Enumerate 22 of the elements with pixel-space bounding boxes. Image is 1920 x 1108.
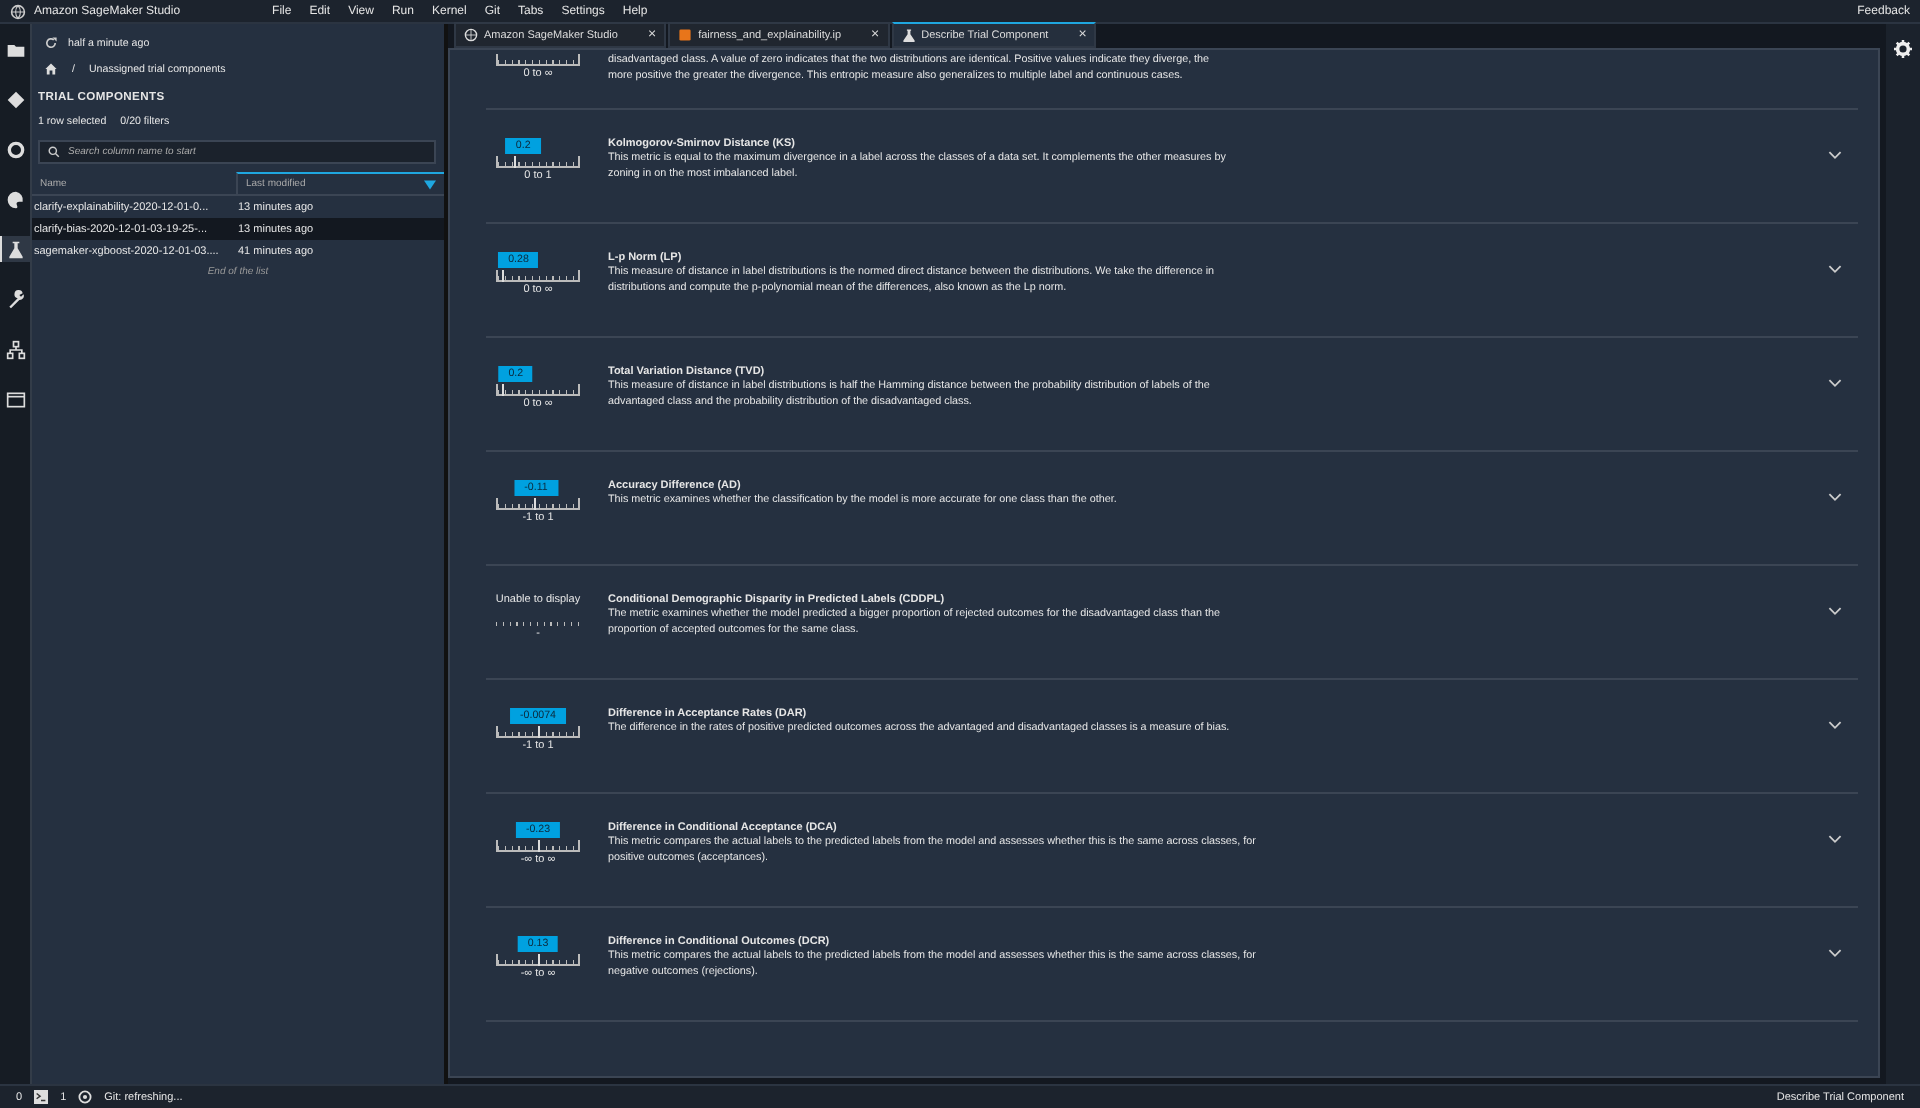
refresh-icon[interactable]: [44, 36, 58, 50]
globe-logo-icon: [10, 3, 26, 19]
notebook-icon: [678, 28, 693, 42]
terminal-icon[interactable]: [34, 1090, 49, 1104]
chevron-down-icon[interactable]: [1828, 150, 1842, 160]
chevron-down-icon[interactable]: [1828, 834, 1842, 844]
network-icon[interactable]: [1, 336, 29, 362]
scale-ruler: [496, 54, 580, 66]
settings-icon[interactable]: [1894, 40, 1912, 58]
flask-icon: [901, 28, 916, 42]
chevron-down-icon[interactable]: [1828, 720, 1842, 730]
flask-icon[interactable]: [0, 236, 30, 262]
studio-icon: [464, 28, 478, 42]
chevron-down-icon[interactable]: [1828, 606, 1842, 616]
chevron-down-icon[interactable]: [1828, 492, 1842, 502]
home-icon[interactable]: [44, 62, 58, 76]
search-icon: [48, 146, 60, 158]
chevron-down-icon[interactable]: [1828, 378, 1842, 388]
chevron-down-icon[interactable]: [1828, 948, 1842, 958]
kernel-icon[interactable]: [78, 1090, 93, 1104]
sort-descending-icon[interactable]: [424, 179, 436, 189]
chevron-down-icon[interactable]: [1828, 264, 1842, 274]
